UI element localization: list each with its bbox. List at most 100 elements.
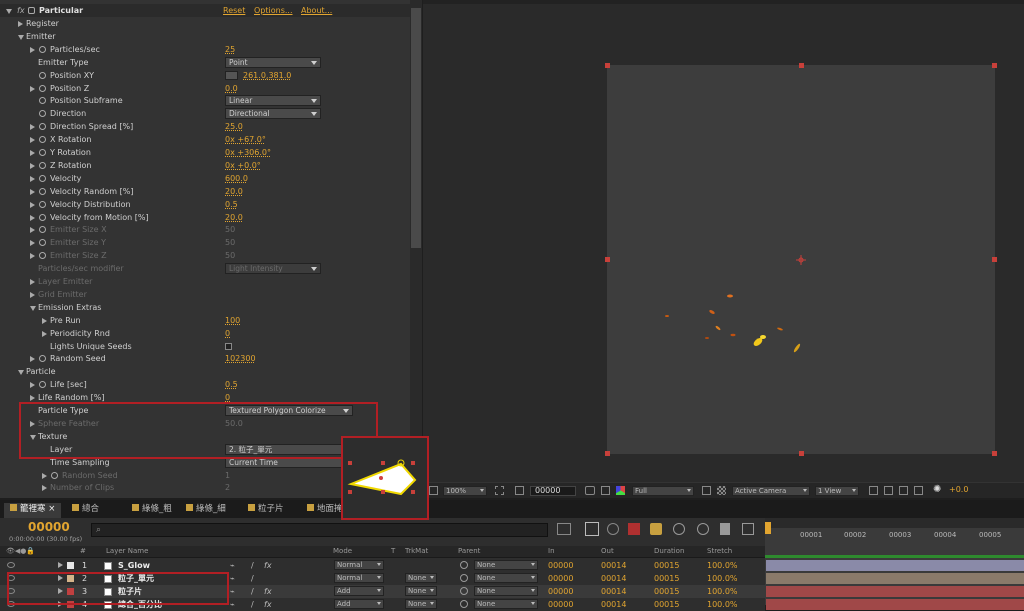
expand-closed-icon[interactable] [42,472,47,479]
corner-handle[interactable] [992,63,997,68]
tab-0[interactable]: 籠裡寒 × [4,503,62,518]
expand-closed-icon[interactable] [30,240,35,247]
expand-closed-icon[interactable] [30,279,35,285]
camera-select[interactable]: Active Camera [732,486,810,496]
expand-closed-icon[interactable] [30,214,35,221]
expand-open-icon[interactable] [18,34,24,40]
expand-open-icon[interactable] [18,370,24,376]
property-value[interactable]: 2 [225,481,230,494]
corner-handle[interactable] [605,63,610,68]
tab-2[interactable]: 綠條_粗 [126,503,178,518]
edge-handle[interactable] [799,451,804,456]
timeline-current-time[interactable]: 00000 [28,520,70,534]
expand-open-icon[interactable] [30,305,36,311]
property-row[interactable]: Emitter Type Point [0,56,410,69]
corner-handle[interactable] [605,451,610,456]
blend-mode-select[interactable]: Add [334,599,384,609]
stretch-value[interactable]: 100.0% [707,559,738,572]
view-layout-select[interactable]: 1 View [815,486,859,496]
track-matte-select[interactable]: None [405,586,437,596]
property-value[interactable]: 25.0 [225,120,243,133]
stretch-value[interactable]: 100.0% [707,585,738,598]
flowchart-icon[interactable] [914,486,923,495]
parent-select[interactable]: None [474,573,538,583]
property-dropdown[interactable]: Linear [225,95,321,107]
property-row[interactable]: Pre Run 100 [0,314,410,327]
duration-value[interactable]: 00015 [654,585,679,598]
edge-handle[interactable] [605,257,610,262]
blend-mode-select[interactable]: Add [334,586,384,596]
parent-select[interactable]: None [474,560,538,570]
position-target-icon[interactable] [225,70,238,80]
layer-duration-bar[interactable] [766,586,1024,597]
stretch-value[interactable]: 100.0% [707,572,738,585]
property-row[interactable]: Y Rotation 0x +306.0° [0,146,410,159]
property-value[interactable]: 0.0 [225,82,238,95]
timeline-layer-row[interactable]: 1 S_Glow ⌁ / fx Normal None 00000 00014 00015 100.… [0,559,765,572]
out-point[interactable]: 00014 [601,585,626,598]
in-point[interactable]: 00000 [548,572,573,585]
fx-label[interactable]: fx [17,4,25,17]
property-row[interactable]: Grid Emitter [0,288,410,301]
collapse-icon[interactable] [6,9,12,14]
mask-icon[interactable] [515,486,524,495]
property-row[interactable]: Direction Spread [%] 25.0 [0,120,410,133]
property-value[interactable]: 261.0,381.0 [225,69,291,82]
blend-mode-select[interactable]: Normal [334,560,384,570]
property-row[interactable]: Position XY 261.0,381.0 [0,69,410,82]
property-checkbox[interactable] [225,342,232,350]
composition-canvas[interactable] [607,65,995,454]
property-value[interactable]: 50 [225,249,235,262]
expand-closed-icon[interactable] [30,356,35,363]
stopwatch-icon[interactable] [39,187,46,195]
in-point[interactable]: 00000 [548,559,573,572]
brainstorm-icon[interactable] [673,523,685,535]
stopwatch-icon[interactable] [39,226,46,234]
out-point[interactable]: 00014 [601,572,626,585]
property-value[interactable]: 0.5 [225,378,238,391]
shy-switch-icon[interactable]: ⌁ [230,585,235,598]
edge-handle[interactable] [799,63,804,68]
property-value[interactable]: 20.0 [225,211,243,224]
quality-switch-icon[interactable]: / [251,572,254,585]
stopwatch-icon[interactable] [39,71,46,79]
stopwatch-icon[interactable] [39,252,46,260]
layer-search-input[interactable]: ⌕ [91,523,548,537]
pickwhip-icon[interactable] [460,600,468,608]
property-row[interactable]: X Rotation 0x +67.0° [0,133,410,146]
property-value[interactable]: 600.0 [225,172,248,185]
fx-switch-icon[interactable]: fx [264,559,272,572]
reset-link[interactable]: Reset [223,4,245,17]
expand-layer-icon[interactable] [58,562,63,568]
layer-duration-bar[interactable] [766,560,1024,571]
comp-mini-flowchart-icon[interactable] [557,523,571,535]
property-value[interactable]: 20.0 [225,185,243,198]
expand-closed-icon[interactable] [30,137,35,144]
property-row[interactable]: Emitter Size X 50 [0,223,410,236]
property-row[interactable]: Position Subframe Linear [0,94,410,107]
expand-closed-icon[interactable] [30,291,35,298]
current-time-indicator[interactable] [765,522,771,534]
timeline-icon[interactable] [899,486,908,495]
expand-closed-icon[interactable] [42,317,47,324]
layer-name[interactable]: S_Glow [118,559,150,572]
stopwatch-icon[interactable] [39,200,46,208]
work-area[interactable] [765,518,1024,528]
property-value[interactable]: 0x +306.0° [225,146,271,159]
property-row[interactable]: Random Seed 102300 [0,352,410,365]
motion-blur-icon[interactable] [650,523,662,535]
stopwatch-icon[interactable] [39,110,46,118]
property-value[interactable]: 0.5 [225,198,238,211]
shy-layers-icon[interactable] [607,523,619,535]
always-preview-icon[interactable] [429,486,438,495]
label-color-swatch[interactable] [67,562,74,569]
expand-closed-icon[interactable] [30,227,35,234]
out-point[interactable]: 00014 [601,559,626,572]
property-row[interactable]: Velocity from Motion [%] 20.0 [0,211,410,224]
property-value[interactable]: 50 [225,236,235,249]
header-layer-name[interactable]: Layer Name [106,547,148,555]
stopwatch-icon[interactable] [39,149,46,156]
property-row[interactable]: Register [0,17,410,30]
expand-closed-icon[interactable] [30,46,35,53]
stopwatch-icon[interactable] [39,97,46,105]
